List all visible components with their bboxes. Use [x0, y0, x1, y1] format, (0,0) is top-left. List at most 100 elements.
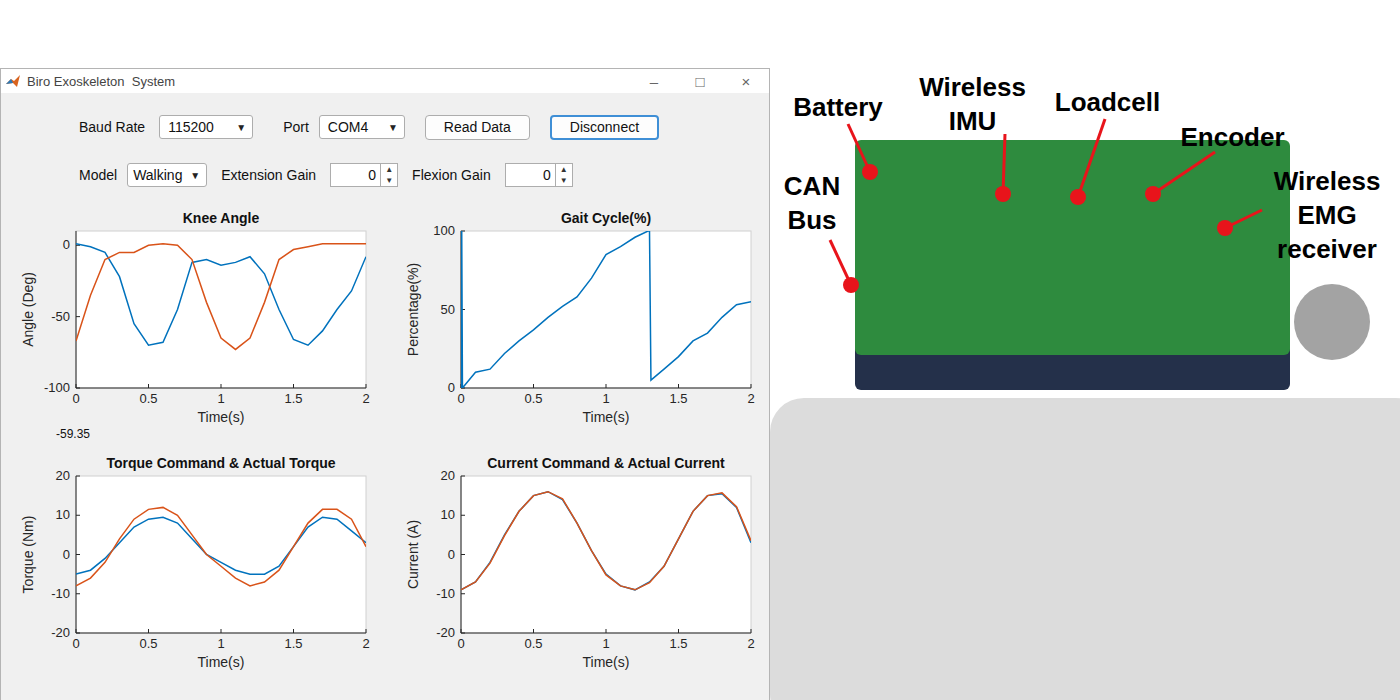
app-window: Biro Exoskeleton System –□× Baud Rate 11… [0, 68, 770, 700]
increment-icon[interactable]: ▲ [556, 164, 572, 175]
x-tick [366, 384, 367, 388]
series-line [461, 492, 751, 590]
x-tick [751, 629, 752, 633]
window-control-button[interactable]: □ [677, 73, 723, 90]
phone-block [770, 398, 1400, 700]
x-axis-label: Time(s) [583, 654, 630, 670]
x-axis-label: Time(s) [198, 654, 245, 670]
chart-title: Knee Angle [183, 210, 260, 226]
y-tick [76, 554, 80, 555]
component-label: Loadcell [1045, 85, 1170, 119]
x-axis-label: Time(s) [198, 409, 245, 425]
x-tick [221, 629, 222, 633]
plot-area [76, 476, 366, 633]
x-tick-label: 0.5 [139, 391, 157, 406]
x-axis-label: Time(s) [583, 409, 630, 425]
baud-rate-label: Baud Rate [79, 119, 145, 135]
x-tick-label: 0.5 [139, 636, 157, 651]
gain-label: Flexion Gain [412, 167, 491, 183]
y-tick [461, 593, 465, 594]
increment-icon[interactable]: ▲ [381, 164, 397, 175]
spinner-value[interactable]: 0 [331, 167, 380, 183]
x-tick-label: 2 [747, 636, 754, 651]
x-tick [533, 629, 534, 633]
component-label: Wireless IMU [910, 70, 1035, 138]
y-tick-label: 0 [448, 380, 455, 395]
window-control-button[interactable]: × [723, 73, 769, 90]
x-tick-label: 1 [602, 391, 609, 406]
x-tick-label: 0 [72, 636, 79, 651]
model-dropdown[interactable]: Walking ▼ [127, 163, 207, 187]
coin-block [1294, 284, 1370, 360]
page: Biro Exoskeleton System –□× Baud Rate 11… [0, 0, 1400, 700]
x-tick [606, 629, 607, 633]
x-tick-label: 1.5 [284, 636, 302, 651]
decrement-icon[interactable]: ▼ [556, 175, 572, 186]
dropdown-value: Walking [133, 167, 182, 183]
gain-spinner[interactable]: 0 ▲ ▼ [505, 163, 573, 187]
settings-row: Model Walking ▼ Extension Gain 0 ▲ ▼ Flex… [1, 161, 769, 189]
series-line [461, 231, 751, 388]
y-tick [76, 388, 80, 389]
x-tick [606, 384, 607, 388]
x-tick-label: 1 [602, 636, 609, 651]
window-title: Biro Exoskeleton System [27, 74, 175, 89]
x-tick-label: 0.5 [524, 636, 542, 651]
y-tick [461, 554, 465, 555]
component-label: Wireless EMG receiver [1262, 164, 1392, 266]
y-tick-label: 0 [63, 237, 70, 252]
plot-area [76, 231, 366, 388]
x-tick [293, 629, 294, 633]
spinner-arrows: ▲ ▼ [555, 164, 572, 186]
caret-icon: ▼ [388, 122, 398, 133]
y-tick-label: 10 [56, 507, 70, 522]
toolbar-button[interactable]: Disconnect [550, 115, 659, 140]
x-tick-label: 0 [457, 636, 464, 651]
y-tick-label: -20 [51, 625, 70, 640]
callout-line [1153, 152, 1215, 194]
y-tick [76, 316, 80, 317]
dropdown-value: 115200 [168, 119, 214, 135]
x-tick-label: 0 [72, 391, 79, 406]
y-tick-label: -100 [44, 380, 70, 395]
hardware-photo-figure: BatteryWireless IMULoadcellEncoderCAN Bu… [770, 0, 1400, 700]
y-axis-label: Percentage(%) [405, 263, 421, 356]
port-dropdown[interactable]: COM4 ▼ [319, 115, 405, 139]
x-tick [366, 629, 367, 633]
y-axis-label: Torque (Nm) [20, 516, 36, 594]
x-tick-label: 0 [457, 391, 464, 406]
y-tick [76, 633, 80, 634]
x-tick [293, 384, 294, 388]
x-tick-label: 2 [362, 636, 369, 651]
x-tick-label: 1.5 [669, 391, 687, 406]
spinner-value[interactable]: 0 [506, 167, 555, 183]
component-label: Battery [788, 90, 888, 124]
matlab-icon [5, 73, 21, 89]
y-axis-label: Current (A) [405, 520, 421, 589]
gain-spinner[interactable]: 0 ▲ ▼ [330, 163, 398, 187]
chart-title: Current Command & Actual Current [487, 455, 725, 471]
x-tick [678, 384, 679, 388]
x-tick [461, 629, 462, 633]
y-axis-label: Angle (Deg) [20, 272, 36, 347]
x-tick [76, 384, 77, 388]
toolbar-button[interactable]: Read Data [425, 115, 530, 140]
chart: Knee Angle0-50-10000.511.52Time(s)Angle … [11, 207, 396, 442]
callout-dot [1070, 189, 1086, 205]
y-tick-label: -10 [51, 586, 70, 601]
series-line [76, 507, 366, 586]
y-tick-label: -20 [436, 625, 455, 640]
decrement-icon[interactable]: ▼ [381, 175, 397, 186]
model-label: Model [79, 167, 117, 183]
x-tick [221, 384, 222, 388]
x-tick-label: 2 [747, 391, 754, 406]
window-controls: –□× [631, 73, 769, 90]
baud-rate-dropdown[interactable]: 115200 ▼ [159, 115, 253, 139]
callout-dot [843, 277, 859, 293]
window-control-button[interactable]: – [631, 73, 677, 90]
gain-label: Extension Gain [221, 167, 316, 183]
chart-title: Gait Cycle(%) [561, 210, 651, 226]
callout-dot [995, 186, 1011, 202]
x-tick [533, 384, 534, 388]
component-label: CAN Bus [772, 169, 852, 237]
